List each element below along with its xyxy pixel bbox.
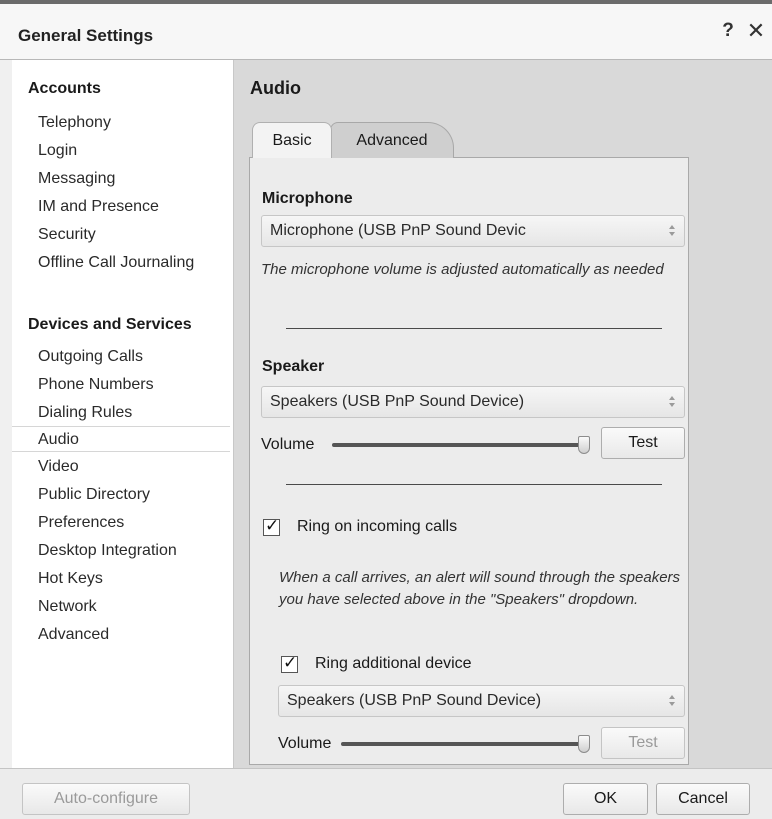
help-icon[interactable]: ? xyxy=(719,20,737,44)
tab-panel xyxy=(249,157,689,765)
slider-track xyxy=(341,742,584,746)
divider xyxy=(286,328,662,329)
sidebar-item-desktop-integration[interactable]: Desktop Integration xyxy=(12,538,230,564)
general-settings-dialog: General Settings ? ✕ Accounts Telephony … xyxy=(0,0,772,819)
close-icon[interactable]: ✕ xyxy=(744,18,768,44)
additional-volume-label: Volume xyxy=(278,735,332,752)
slider-thumb[interactable] xyxy=(578,735,590,753)
checkmark-icon: ✓ xyxy=(283,653,298,672)
speaker-volume-label: Volume xyxy=(261,436,315,453)
sidebar-item-security[interactable]: Security xyxy=(12,222,230,248)
slider-track xyxy=(332,443,584,447)
divider xyxy=(286,484,662,485)
ring-additional-label: Ring additional device xyxy=(315,655,472,672)
sidebar-item-advanced[interactable]: Advanced xyxy=(12,622,230,648)
sidebar-item-public-directory[interactable]: Public Directory xyxy=(12,482,230,508)
slider-thumb[interactable] xyxy=(578,436,590,454)
microphone-select-value: Microphone (USB PnP Sound Devic xyxy=(270,222,526,239)
ring-additional-checkbox[interactable]: ✓ xyxy=(281,653,298,673)
microphone-note: The microphone volume is adjusted automa… xyxy=(261,261,664,278)
additional-volume-slider[interactable] xyxy=(341,733,594,755)
sidebar-item-telephony[interactable]: Telephony xyxy=(12,110,230,136)
tab-advanced[interactable]: Advanced xyxy=(330,122,454,158)
sidebar-item-network[interactable]: Network xyxy=(12,594,230,620)
sidebar-item-outgoing-calls[interactable]: Outgoing Calls xyxy=(12,344,230,370)
sidebar-item-login[interactable]: Login xyxy=(12,138,230,164)
microphone-select[interactable]: Microphone (USB PnP Sound Devic xyxy=(261,215,685,247)
sidebar-item-audio[interactable]: Audio xyxy=(12,426,230,452)
sidebar-item-video[interactable]: Video xyxy=(12,454,230,480)
microphone-label: Microphone xyxy=(262,190,353,207)
speaker-select[interactable]: Speakers (USB PnP Sound Device) xyxy=(261,386,685,418)
tab-basic[interactable]: Basic xyxy=(252,122,332,158)
ok-button[interactable]: OK xyxy=(563,783,648,815)
cancel-button[interactable]: Cancel xyxy=(656,783,750,815)
sidebar-item-dialing-rules[interactable]: Dialing Rules xyxy=(12,400,230,426)
title-bar: General Settings ? ✕ xyxy=(0,0,772,60)
select-updown-icon xyxy=(668,694,676,708)
sidebar-item-phone-numbers[interactable]: Phone Numbers xyxy=(12,372,230,398)
select-updown-icon xyxy=(668,395,676,409)
sidebar-item-im-and-presence[interactable]: IM and Presence xyxy=(12,194,230,220)
additional-device-select-value: Speakers (USB PnP Sound Device) xyxy=(287,692,542,709)
ring-incoming-checkbox[interactable]: ✓ xyxy=(263,516,280,536)
settings-sidebar: Accounts Telephony Login Messaging IM an… xyxy=(12,60,234,768)
window-title: General Settings xyxy=(18,26,154,45)
sidebar-item-messaging[interactable]: Messaging xyxy=(12,166,230,192)
additional-device-select[interactable]: Speakers (USB PnP Sound Device) xyxy=(278,685,685,717)
speaker-select-value: Speakers (USB PnP Sound Device) xyxy=(270,393,525,410)
sidebar-item-hot-keys[interactable]: Hot Keys xyxy=(12,566,230,592)
dialog-footer: Auto-configure OK Cancel xyxy=(0,768,772,819)
sidebar-group-accounts: Accounts xyxy=(28,80,101,97)
auto-configure-button[interactable]: Auto-configure xyxy=(22,783,190,815)
page-title: Audio xyxy=(250,78,301,98)
additional-test-button[interactable]: Test xyxy=(601,727,685,759)
sidebar-group-devices-and-services: Devices and Services xyxy=(28,316,192,333)
sidebar-item-offline-call-journaling[interactable]: Offline Call Journaling xyxy=(12,250,230,276)
ring-note: When a call arrives, an alert will sound… xyxy=(279,569,681,608)
speaker-test-button[interactable]: Test xyxy=(601,427,685,459)
speaker-label: Speaker xyxy=(262,358,325,375)
sidebar-item-preferences[interactable]: Preferences xyxy=(12,510,230,536)
ring-incoming-label: Ring on incoming calls xyxy=(297,518,458,535)
speaker-volume-slider[interactable] xyxy=(332,434,594,456)
select-updown-icon xyxy=(668,224,676,238)
checkmark-icon: ✓ xyxy=(265,516,280,535)
